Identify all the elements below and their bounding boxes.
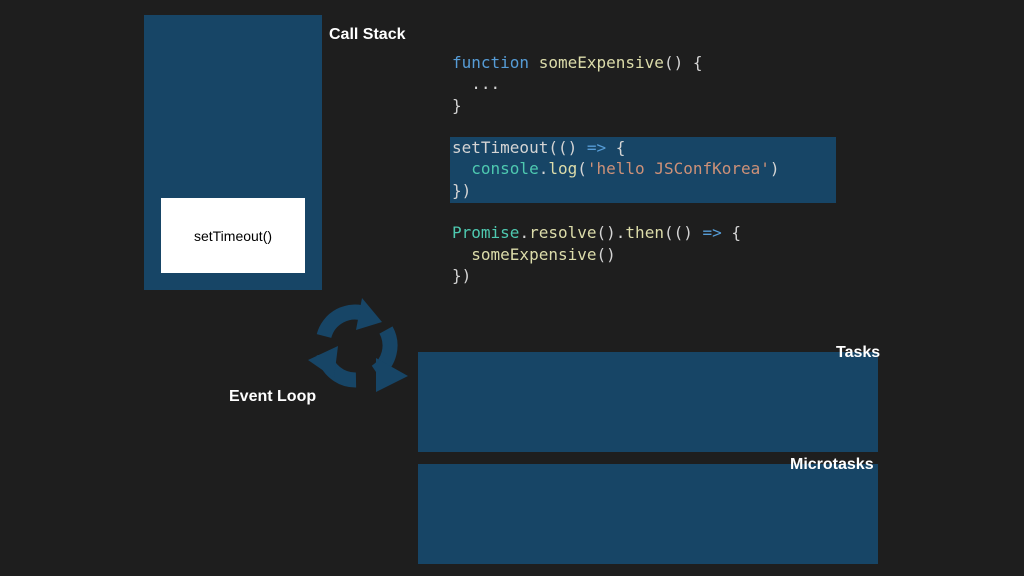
code-token: then — [625, 223, 664, 243]
code-line-7: }) — [452, 180, 472, 200]
code-token: 'hello JSConfKorea' — [586, 159, 770, 179]
refresh-cycle-icon — [308, 298, 408, 392]
tasks-queue — [418, 352, 878, 452]
call-stack-label: Call Stack — [329, 26, 406, 43]
code-token: someExpensive — [538, 53, 664, 72]
code-token: . — [538, 159, 549, 179]
code-line-2: ... — [452, 74, 501, 94]
code-line-5: setTimeout(() => { — [452, 137, 780, 158]
code-token: () — [596, 244, 616, 264]
code-block: function someExpensive() { ...} setTimeou… — [452, 52, 780, 286]
code-token: () { — [663, 53, 703, 72]
code-token: resolve — [529, 223, 597, 243]
code-token: { — [606, 138, 626, 158]
code-token: => — [702, 223, 722, 243]
call-stack-frame: setTimeout() — [161, 198, 305, 273]
code-token: (). — [596, 223, 626, 243]
code-token: { — [721, 223, 742, 243]
code-token: Promise — [452, 223, 520, 243]
code-token: (() — [548, 138, 587, 158]
code-line-10: someExpensive() — [452, 244, 780, 265]
code-token: ( — [577, 159, 587, 179]
code-token: console — [471, 159, 539, 179]
tasks-label: Tasks — [836, 344, 881, 361]
code-token: (() — [663, 223, 703, 243]
code-token: ) — [769, 159, 780, 179]
code-token: log — [548, 159, 578, 179]
microtasks-label: Microtasks — [790, 456, 874, 473]
code-line-6: console.log('hello JSConfKorea') — [452, 158, 780, 179]
event-loop-label: Event Loop — [229, 388, 317, 405]
code-line-1: function someExpensive() { — [452, 52, 780, 73]
code-line-9: Promise.resolve().then(() => { — [452, 222, 780, 243]
code-token: function — [452, 53, 530, 72]
code-token: . — [519, 223, 530, 243]
code-token: setTimeout — [452, 138, 549, 158]
code-line-3: } — [452, 95, 462, 115]
code-token: => — [586, 138, 607, 158]
microtasks-queue — [418, 464, 878, 564]
code-token: someExpensive — [471, 244, 597, 264]
code-line-11: }) — [452, 265, 472, 285]
